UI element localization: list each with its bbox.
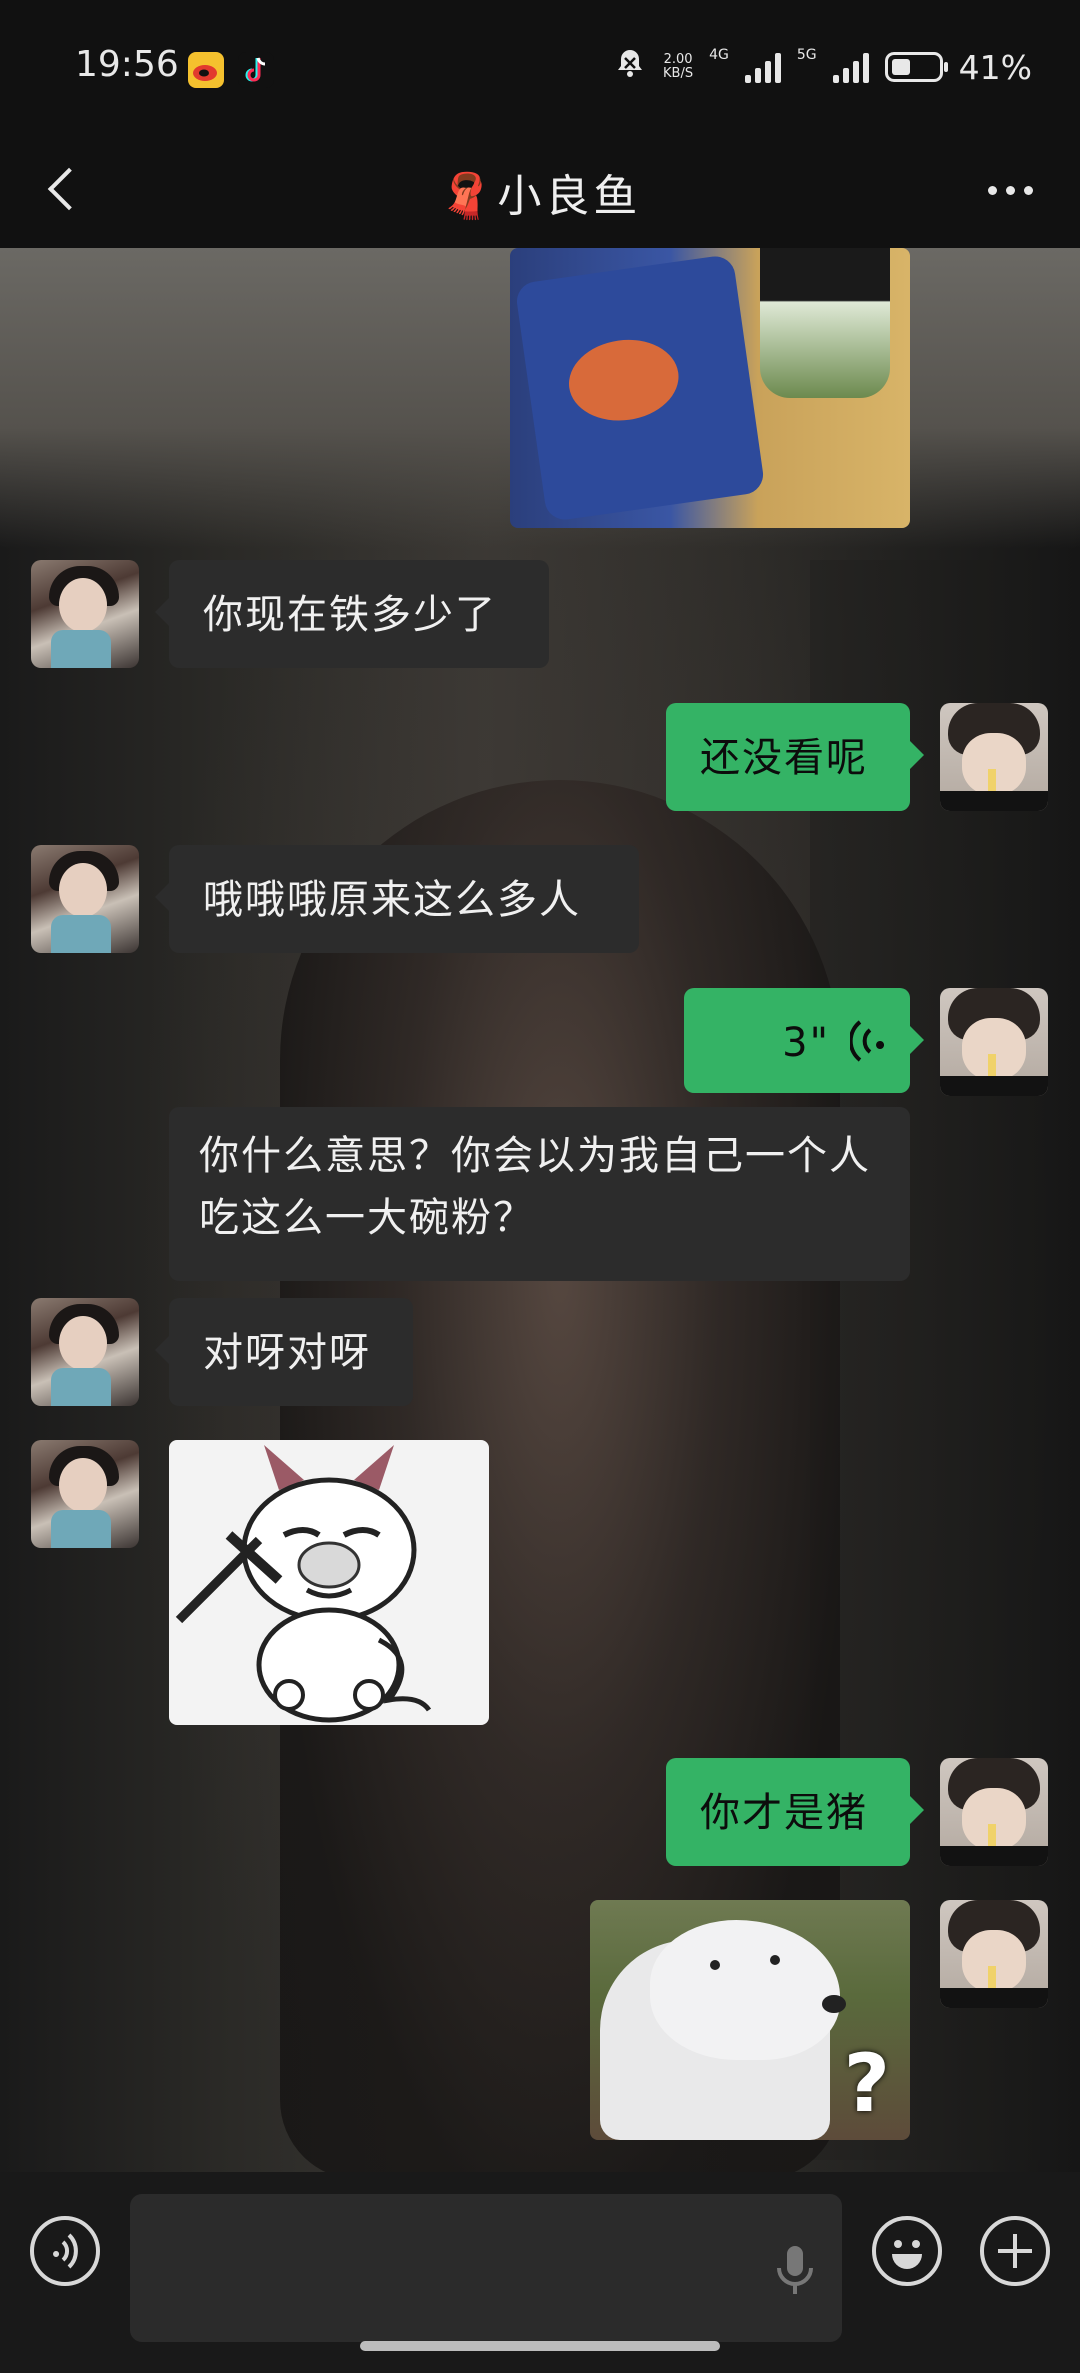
- network-speed: 2.00 KB/S: [663, 53, 693, 81]
- battery-percent: 41%: [958, 47, 1032, 87]
- my-avatar[interactable]: [940, 988, 1048, 1096]
- message-bubble-incoming[interactable]: 你现在铁多少了: [155, 560, 549, 668]
- message-text: 还没看呢: [700, 735, 868, 781]
- message-text: 对呀对呀: [203, 1330, 371, 1376]
- contact-avatar[interactable]: [31, 1298, 139, 1406]
- message-bubble-incoming[interactable]: 对呀对呀: [155, 1298, 413, 1406]
- devil-sticker-message[interactable]: [169, 1440, 489, 1725]
- food-photo-message[interactable]: [510, 248, 910, 528]
- scarf-emoji: 🧣: [438, 171, 498, 222]
- status-indicators: 2.00 KB/S 4G 5G 41%: [613, 46, 1032, 88]
- sim2-network-type: 5G: [796, 47, 817, 63]
- voice-icon[interactable]: [30, 2216, 100, 2286]
- my-avatar[interactable]: [940, 1900, 1048, 2008]
- message-input[interactable]: [130, 2194, 842, 2342]
- sim1-network-type: 4G: [709, 47, 729, 63]
- net-speed-unit: KB/S: [663, 66, 694, 81]
- contact-name: 小良鱼: [497, 171, 642, 222]
- voice-wave-icon: [848, 1016, 890, 1066]
- voice-duration: 3": [782, 1020, 830, 1066]
- chat-screen: 19:56 2.00 KB/S 4G 5G 41% 🧣小良鱼 你现在铁多少了 还…: [0, 0, 1080, 2373]
- voice-message-bubble[interactable]: 3": [684, 988, 924, 1093]
- plus-icon[interactable]: [980, 2216, 1050, 2286]
- message-bubble-outgoing[interactable]: 还没看呢: [666, 703, 924, 811]
- tiktok-app-icon: [238, 52, 274, 88]
- emoji-icon[interactable]: [872, 2216, 942, 2286]
- message-text: 你现在铁多少了: [203, 592, 497, 638]
- message-bubble-incoming[interactable]: 你什么意思？你会以为我自己一个人吃这么一大碗粉？: [169, 1107, 910, 1281]
- snack-bag: [514, 253, 766, 523]
- weibo-app-icon: [188, 52, 224, 88]
- alarm-icon: [613, 46, 647, 88]
- signal-icon-sim1: [744, 51, 781, 83]
- contact-avatar[interactable]: [31, 845, 139, 953]
- home-indicator[interactable]: [360, 2341, 720, 2351]
- signal-icon-sim2: [832, 51, 869, 83]
- status-time: 19:56: [75, 44, 179, 85]
- chat-header: 🧣小良鱼: [0, 130, 1080, 248]
- chat-title: 🧣小良鱼: [0, 160, 1080, 224]
- contact-avatar[interactable]: [31, 1440, 139, 1548]
- message-bubble-incoming[interactable]: 哦哦哦原来这么多人: [155, 845, 639, 953]
- tea-cup: [760, 248, 890, 398]
- status-bar: 19:56 2.00 KB/S 4G 5G 41%: [0, 0, 1080, 130]
- mic-icon[interactable]: [770, 2240, 820, 2300]
- message-text: 你才是猪: [700, 1790, 868, 1836]
- more-horizontal-icon[interactable]: [980, 170, 1040, 210]
- battery-icon: [884, 52, 948, 82]
- message-bubble-outgoing[interactable]: 你才是猪: [666, 1758, 924, 1866]
- my-avatar[interactable]: [940, 1758, 1048, 1866]
- my-avatar[interactable]: [940, 703, 1048, 811]
- message-text: 哦哦哦原来这么多人: [203, 877, 581, 923]
- message-text: 你什么意思？你会以为我自己一个人吃这么一大碗粉？: [199, 1133, 871, 1241]
- net-speed-value: 2.00: [663, 52, 693, 67]
- dog-question-sticker-message[interactable]: ?: [590, 1900, 910, 2140]
- contact-avatar[interactable]: [31, 560, 139, 668]
